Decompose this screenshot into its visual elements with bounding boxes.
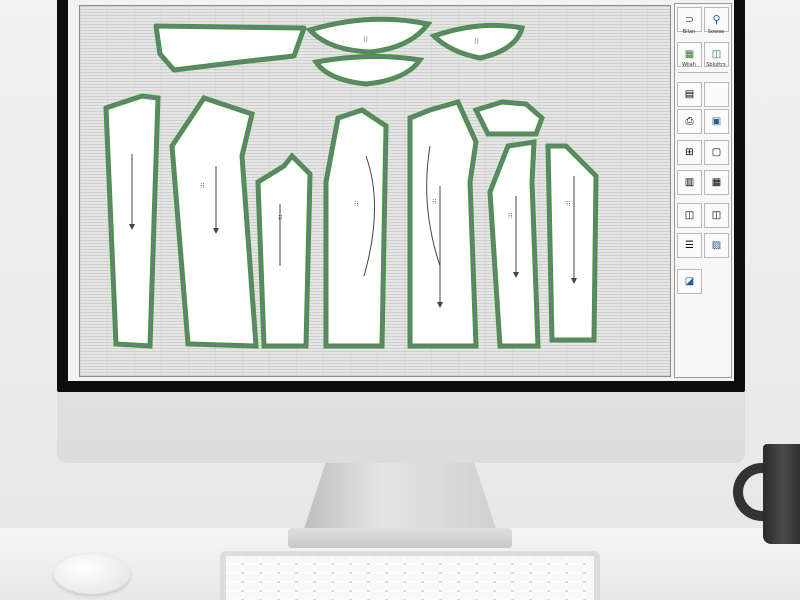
sleeve-piece-3: ⁝⁝ (545, 143, 599, 343)
document-button[interactable]: ▤ (677, 82, 702, 107)
chart-icon: ▦ (684, 49, 695, 60)
svg-text:⁝⁝: ⁝⁝ (354, 200, 358, 208)
svg-text:⁝⁝: ⁝⁝ (474, 37, 479, 46)
save-button[interactable]: ◪ (677, 269, 702, 294)
image-icon: ▨ (711, 240, 722, 251)
page-icon: ▢ (711, 147, 722, 158)
table-button[interactable]: ▥ (677, 170, 702, 195)
measure-button[interactable]: ⊞ (677, 140, 702, 165)
collar-piece-2: ⁝⁝ (305, 16, 433, 87)
window-button[interactable]: ▣ (704, 109, 729, 134)
tool-label-sbluttrs: Sbluttrs (706, 62, 726, 68)
tool-label-bilan: Bilan (682, 29, 696, 35)
document-icon: ▤ (684, 89, 695, 100)
keyboard (220, 551, 600, 600)
image-button[interactable]: ▨ (704, 233, 729, 258)
sleeve-piece-1 (103, 93, 161, 349)
svg-text:⁝⁝: ⁝⁝ (200, 182, 204, 190)
svg-text:⁝⁝: ⁝⁝ (566, 200, 570, 208)
save-icon: ◪ (684, 276, 695, 287)
search-icon: ⚲ (712, 13, 721, 26)
monitor-stand (302, 463, 498, 535)
tool-label-wiiah: Wiiah (682, 62, 696, 68)
collar-piece-1 (153, 23, 307, 73)
pattern-tool-icon: ⊃ (684, 13, 695, 26)
screen: ⁝⁝ ⁝⁝ ⁝⁝ ⁝⁝ ⁝⁝ ⁝⁝ ⁝⁝ ⁝⁝ ⊃ Bilan ⚲ Sowae … (68, 0, 734, 381)
panel-divider (678, 72, 728, 73)
coffee-mug (763, 444, 800, 544)
collar-piece-3: ⁝⁝ (429, 22, 526, 61)
split-view-button[interactable]: ◫ (704, 203, 729, 228)
keyboard-keys (226, 556, 594, 600)
yoke-piece (472, 99, 545, 137)
page-button[interactable]: ▢ (704, 140, 729, 165)
tool-label-sowae: Sowae (707, 29, 725, 35)
front-panel-1: ⁝⁝ (169, 95, 259, 349)
print-button[interactable]: ⎙ (677, 109, 702, 134)
sleeve-piece-2: ⁝⁝ (487, 139, 541, 349)
pattern-pieces: ⁝⁝ ⁝⁝ ⁝⁝ ⁝⁝ ⁝⁝ ⁝⁝ ⁝⁝ ⁝⁝ (103, 16, 599, 349)
dual-panel-icon: ◫ (684, 210, 695, 221)
layers-icon: ◫ (711, 49, 722, 60)
piece-label: ⁝⁝ (363, 35, 368, 44)
measure-icon: ⊞ (685, 147, 694, 158)
monitor-bezel: ⁝⁝ ⁝⁝ ⁝⁝ ⁝⁝ ⁝⁝ ⁝⁝ ⁝⁝ ⁝⁝ ⊃ Bilan ⚲ Sowae … (57, 0, 745, 392)
blank-tool-button[interactable] (704, 82, 729, 107)
tool-panel: ⊃ Bilan ⚲ Sowae ▦ Wiiah ◫ Sbluttrs ▤ ⎙ ▣… (674, 3, 732, 378)
svg-text:⁝⁝: ⁝⁝ (432, 198, 436, 206)
svg-text:⁝⁝: ⁝⁝ (278, 214, 282, 222)
window-icon: ▣ (711, 116, 722, 127)
dual-panel-button[interactable]: ◫ (677, 203, 702, 228)
print-icon: ⎙ (685, 116, 694, 127)
grid-button[interactable]: ▦ (704, 170, 729, 195)
pattern-canvas[interactable]: ⁝⁝ ⁝⁝ ⁝⁝ ⁝⁝ ⁝⁝ ⁝⁝ ⁝⁝ ⁝⁝ (79, 5, 671, 377)
monitor: ⁝⁝ ⁝⁝ ⁝⁝ ⁝⁝ ⁝⁝ ⁝⁝ ⁝⁝ ⁝⁝ ⊃ Bilan ⚲ Sowae … (57, 0, 745, 463)
side-panel-1: ⁝⁝ (255, 152, 313, 349)
split-view-icon: ◫ (711, 210, 722, 221)
svg-text:⁝⁝: ⁝⁝ (508, 212, 512, 220)
list-view-icon: ☰ (685, 240, 694, 251)
monitor-stand-base (288, 528, 512, 548)
mouse (54, 554, 130, 594)
list-view-button[interactable]: ☰ (677, 233, 702, 258)
front-panel-2: ⁝⁝ (407, 99, 479, 349)
table-icon: ▥ (684, 177, 695, 188)
grid-icon: ▦ (711, 177, 722, 188)
back-panel-1: ⁝⁝ (323, 107, 389, 349)
